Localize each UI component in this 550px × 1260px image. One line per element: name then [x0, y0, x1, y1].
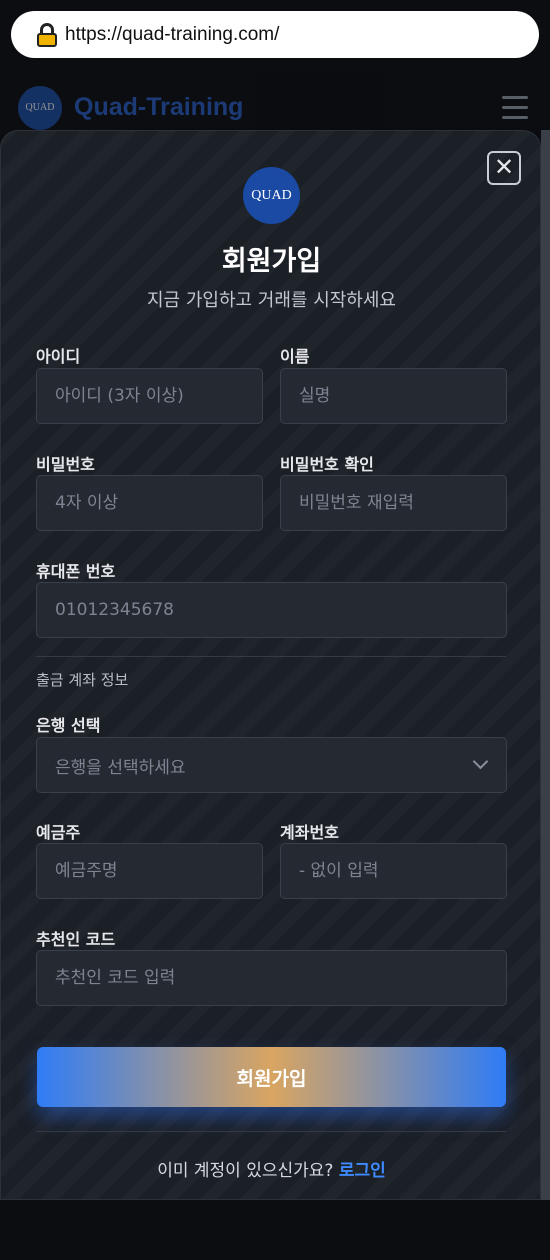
account-section-label: 출금 계좌 정보	[36, 671, 129, 689]
referral-label: 추천인 코드	[36, 930, 116, 949]
footer-divider	[36, 1131, 506, 1132]
login-link[interactable]: 로그인	[339, 1161, 386, 1181]
password-label: 비밀번호	[36, 455, 95, 474]
referral-input[interactable]	[36, 950, 507, 1006]
bank-select[interactable]: 은행을 선택하세요	[36, 737, 507, 793]
section-divider	[36, 656, 506, 657]
signup-submit-button[interactable]: 회원가입	[37, 1047, 506, 1107]
address-bar[interactable]: https://quad-training.com/	[11, 11, 539, 58]
site-title[interactable]: Quad-Training	[74, 93, 243, 122]
site-logo[interactable]: QUAD	[18, 85, 62, 130]
close-button[interactable]: ✕	[487, 151, 521, 185]
login-prompt-text: 이미 계정이 있으신가요?	[157, 1161, 334, 1181]
lock-icon	[37, 22, 57, 47]
bank-select-value: 은행을 선택하세요	[55, 757, 186, 778]
scrollbar[interactable]	[541, 130, 550, 1200]
signup-modal: ✕ QUAD 회원가입 지금 가입하고 거래를 시작하세요 아이디 이름 비밀번…	[0, 130, 541, 1200]
chevron-down-icon	[472, 753, 489, 770]
password-input[interactable]	[36, 475, 263, 531]
name-input[interactable]	[280, 368, 507, 424]
username-input[interactable]	[36, 368, 263, 424]
close-icon: ✕	[493, 153, 515, 181]
login-prompt: 이미 계정이 있으신가요? 로그인	[1, 1156, 542, 1181]
modal-title: 회원가입	[221, 246, 322, 277]
phone-input[interactable]	[36, 582, 507, 638]
modal-subtitle: 지금 가입하고 거래를 시작하세요	[146, 290, 396, 311]
browser-chrome: https://quad-training.com/	[0, 0, 550, 70]
account-label: 계좌번호	[280, 823, 339, 842]
hamburger-menu-icon[interactable]	[502, 96, 528, 126]
holder-input[interactable]	[36, 843, 263, 899]
account-input[interactable]	[280, 843, 507, 899]
bank-label: 은행 선택	[36, 716, 101, 735]
name-label: 이름	[280, 347, 310, 366]
username-label: 아이디	[36, 347, 81, 366]
modal-logo: QUAD	[243, 167, 300, 224]
url-text[interactable]: https://quad-training.com/	[65, 24, 279, 46]
password-confirm-label: 비밀번호 확인	[280, 455, 374, 474]
holder-label: 예금주	[36, 823, 81, 842]
password-confirm-input[interactable]	[280, 475, 507, 531]
phone-label: 휴대폰 번호	[36, 562, 116, 581]
